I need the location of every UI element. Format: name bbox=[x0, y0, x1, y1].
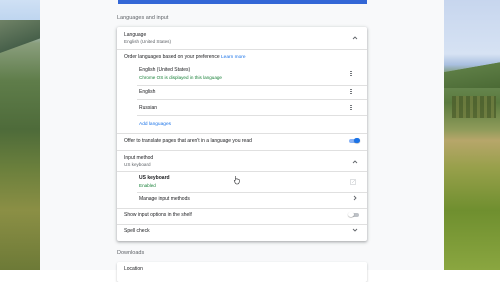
order-languages-row: Order languages based on your preference… bbox=[117, 54, 367, 62]
order-languages-text: Order languages based on your preference… bbox=[124, 54, 246, 60]
divider bbox=[117, 150, 367, 151]
open-external-icon[interactable] bbox=[350, 179, 356, 185]
toggle-knob bbox=[348, 211, 354, 218]
input-method-label: Input method bbox=[124, 155, 154, 161]
chevron-down-icon[interactable] bbox=[351, 226, 359, 234]
more-vert-icon[interactable] bbox=[349, 104, 353, 112]
wallpaper-right bbox=[444, 0, 500, 270]
divider bbox=[117, 171, 367, 172]
spell-check-row[interactable]: Spell check bbox=[117, 228, 367, 238]
manage-input-methods-row[interactable]: Manage input methods bbox=[117, 194, 367, 206]
show-in-shelf-row[interactable]: Show input options in the shelf bbox=[117, 211, 367, 222]
divider bbox=[117, 133, 367, 134]
language-item-name: English bbox=[139, 89, 156, 95]
language-row[interactable]: Language English (United States) bbox=[117, 27, 367, 49]
order-text: Order languages based on your preference bbox=[124, 54, 220, 60]
more-vert-icon[interactable] bbox=[349, 88, 353, 96]
languages-input-card: Language English (United States) Order l… bbox=[117, 27, 367, 241]
language-item: English (United States) Chrome OS is dis… bbox=[117, 67, 367, 83]
show-in-shelf-label: Show input options in the shelf bbox=[124, 212, 192, 218]
spell-check-label: Spell check bbox=[124, 228, 150, 234]
chevron-up-icon[interactable] bbox=[351, 158, 359, 166]
offer-translate-label: Offer to translate pages that aren't in … bbox=[124, 138, 252, 144]
divider bbox=[137, 99, 367, 100]
wallpaper-hills bbox=[444, 58, 500, 88]
divider bbox=[137, 85, 367, 86]
language-item: English bbox=[117, 88, 367, 99]
chevron-up-icon[interactable] bbox=[351, 34, 359, 42]
section-title-languages: Languages and input bbox=[117, 15, 169, 21]
manage-input-methods-label: Manage input methods bbox=[139, 196, 190, 202]
wallpaper-left bbox=[0, 0, 40, 270]
language-item-name: English (United States) bbox=[139, 67, 191, 73]
language-item: Russian bbox=[117, 104, 367, 115]
keyboard-name: US keyboard bbox=[139, 175, 170, 181]
downloads-location-label: Location bbox=[124, 266, 143, 272]
chevron-right-icon[interactable] bbox=[351, 194, 359, 202]
language-item-name: Russian bbox=[139, 105, 158, 111]
learn-more-link[interactable]: Learn more bbox=[221, 55, 246, 60]
divider bbox=[117, 224, 367, 225]
section-title-downloads: Downloads bbox=[117, 250, 145, 256]
language-label: Language bbox=[124, 32, 147, 38]
input-method-value: US keyboard bbox=[124, 162, 151, 167]
offer-translate-row[interactable]: Offer to translate pages that aren't in … bbox=[117, 136, 367, 148]
divider bbox=[117, 208, 367, 209]
toggle-knob bbox=[354, 137, 360, 144]
downloads-card: Location bbox=[117, 262, 367, 282]
wallpaper-trees bbox=[452, 96, 496, 118]
divider bbox=[137, 192, 367, 193]
mouse-cursor-icon bbox=[233, 176, 240, 185]
divider bbox=[117, 49, 367, 50]
language-value: English (United States) bbox=[124, 39, 171, 44]
add-languages-link[interactable]: Add languages bbox=[139, 122, 171, 127]
input-method-row[interactable]: Input method US keyboard bbox=[117, 153, 367, 171]
previous-section-bottom bbox=[118, 0, 367, 4]
show-in-shelf-toggle[interactable] bbox=[348, 211, 360, 218]
keyboard-item: US keyboard Enabled bbox=[117, 175, 367, 191]
more-vert-icon[interactable] bbox=[349, 70, 353, 78]
keyboard-status: Enabled bbox=[139, 183, 156, 188]
wallpaper-mountain bbox=[0, 20, 40, 60]
language-item-note: Chrome OS is displayed in this language bbox=[139, 75, 222, 80]
divider bbox=[137, 115, 367, 116]
offer-translate-toggle[interactable] bbox=[348, 137, 360, 144]
